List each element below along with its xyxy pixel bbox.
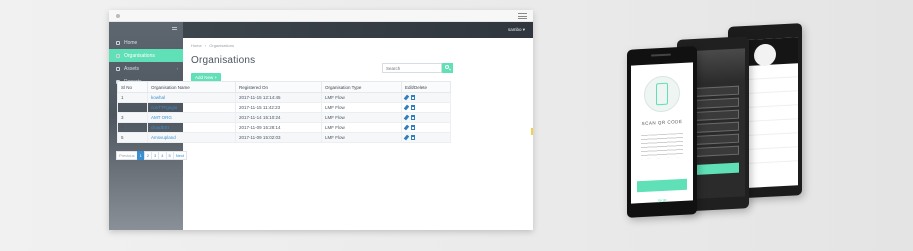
cell-registered-on: 2017-11-09 15:28:14 (235, 122, 322, 133)
cell-org-type: LMF Flow (321, 112, 402, 123)
delete-icon[interactable] (411, 134, 415, 140)
edit-icon[interactable] (403, 104, 410, 110)
page-title: Organisations (191, 55, 256, 66)
cell-registered-on: 2017-11-15 11:42:23 (235, 102, 322, 113)
breadcrumb: Home › Organisations (191, 43, 525, 48)
breadcrumb-home[interactable]: Home (191, 43, 202, 48)
cell-sl-no: 4 (117, 122, 148, 133)
column-header[interactable]: Sl No (117, 81, 148, 93)
scan-button[interactable] (637, 178, 687, 193)
edit-icon[interactable] (403, 94, 410, 100)
table-row: 1 kowhal 2017-11-15 12:14:45 LMF Flow (117, 92, 451, 103)
box-icon (116, 66, 120, 71)
cell-actions (401, 122, 451, 133)
cell-registered-on: 2017-11-14 15:10:24 (235, 112, 322, 123)
chevron-right-icon: › (176, 66, 178, 71)
cell-sl-no: 5 (117, 132, 148, 143)
phone-mockup-scan: SCAN QR CODE SKIP (627, 46, 697, 218)
cell-org-name[interactable]: kowhal (147, 92, 236, 103)
cell-org-type: LMF Flow (321, 92, 402, 103)
sidebar-item-home[interactable]: Home (109, 36, 183, 49)
cell-registered-on: 2017-11-15 12:14:45 (235, 92, 322, 103)
sidebar-item-assets[interactable]: Assets › (109, 62, 183, 75)
table-row: 5 Amsvupland 2017-11-09 15:02:03 LMF Flo… (117, 132, 451, 143)
phone-form-field[interactable] (695, 109, 739, 121)
phone-form-field[interactable] (695, 121, 739, 133)
cell-actions (401, 132, 451, 143)
organisations-table: Sl No Organisation Name Registered On Or… (117, 81, 451, 143)
hamburger-menu-icon[interactable] (518, 13, 527, 19)
skip-link[interactable]: SKIP (631, 196, 693, 204)
cell-org-name[interactable]: AMT ORG (147, 112, 236, 123)
top-navbar: sambo ▾ (183, 22, 533, 38)
delete-icon[interactable] (411, 114, 415, 120)
sidebar-item-label: Assets (124, 65, 140, 72)
edit-icon[interactable] (403, 134, 410, 140)
cell-org-name[interactable]: Amsvupland (147, 132, 236, 143)
column-header[interactable]: Organisation Type (321, 81, 402, 93)
pagination-next[interactable]: Next (172, 151, 187, 160)
sidebar-item-organisations[interactable]: Organisations (109, 49, 183, 62)
user-menu[interactable]: sambo ▾ (508, 27, 525, 33)
sidebar-logo (109, 22, 183, 36)
cell-org-name[interactable]: cloudEEI (147, 122, 236, 133)
cell-sl-no: 3 (117, 112, 148, 123)
cell-actions (401, 92, 451, 103)
delete-icon[interactable] (411, 124, 415, 130)
breadcrumb-separator: › (204, 43, 207, 48)
table-row: 3 AMT ORG 2017-11-14 15:10:24 LMF Flow (117, 112, 451, 123)
scan-description (641, 132, 683, 160)
edit-icon[interactable] (403, 114, 410, 120)
cell-org-type: LMF Flow (321, 132, 402, 143)
pagination: Previous 1 2 3 4 5 Next (116, 151, 187, 160)
scroll-marker (531, 128, 533, 135)
table-row: 4 cloudEEI 2017-11-09 15:28:14 LMF Flow (117, 122, 451, 133)
pagination-previous[interactable]: Previous (116, 151, 138, 160)
home-icon (116, 40, 120, 45)
phone-form-field[interactable] (695, 145, 739, 157)
desktop-app-window: Home Organisations Assets › Reports › sa… (109, 10, 533, 230)
search-button[interactable] (442, 63, 453, 73)
sidebar-toggle-icon[interactable] (172, 27, 177, 30)
search-input[interactable] (382, 63, 442, 73)
avatar (754, 43, 776, 67)
cell-sl-no: 1 (117, 92, 148, 103)
phone-form-field[interactable] (695, 97, 739, 109)
sidebar-item-label: Organisations (124, 52, 155, 59)
column-header: Edit/Delete (401, 81, 451, 93)
cell-registered-on: 2017-11-09 15:02:03 (235, 132, 322, 143)
sidebar-item-label: Home (124, 39, 138, 46)
search-bar (382, 63, 453, 73)
cell-org-type: LMF Flow (321, 122, 402, 133)
search-icon (445, 65, 449, 69)
showcase-stage: Home Organisations Assets › Reports › sa… (0, 0, 913, 251)
delete-icon[interactable] (411, 104, 415, 110)
table-header-row: Sl No Organisation Name Registered On Or… (117, 81, 451, 93)
cell-org-name[interactable]: cosTTFgogio (147, 102, 236, 113)
window-titlebar (109, 10, 533, 22)
phone-scan-icon (656, 82, 668, 106)
phone-screen: SCAN QR CODE SKIP (631, 62, 693, 204)
table-row: 2 cosTTFgogio 2017-11-15 11:42:23 LMF Fl… (117, 102, 451, 113)
cell-org-type: LMF Flow (321, 102, 402, 113)
window-dot-icon (116, 14, 120, 18)
column-header[interactable]: Registered On (235, 81, 322, 93)
cell-actions (401, 102, 451, 113)
building-icon (116, 53, 120, 58)
cell-sl-no: 2 (117, 102, 148, 113)
delete-icon[interactable] (411, 94, 415, 100)
scan-heading: SCAN QR CODE (641, 118, 683, 127)
phone-speaker (651, 53, 671, 57)
phone-form-field[interactable] (695, 133, 739, 145)
cell-actions (401, 112, 451, 123)
column-header[interactable]: Organisation Name (147, 81, 236, 93)
edit-icon[interactable] (403, 124, 410, 130)
breadcrumb-current: Organisations (209, 43, 234, 48)
phone-submit-button[interactable] (695, 162, 739, 175)
phone-form-field[interactable] (695, 85, 739, 97)
